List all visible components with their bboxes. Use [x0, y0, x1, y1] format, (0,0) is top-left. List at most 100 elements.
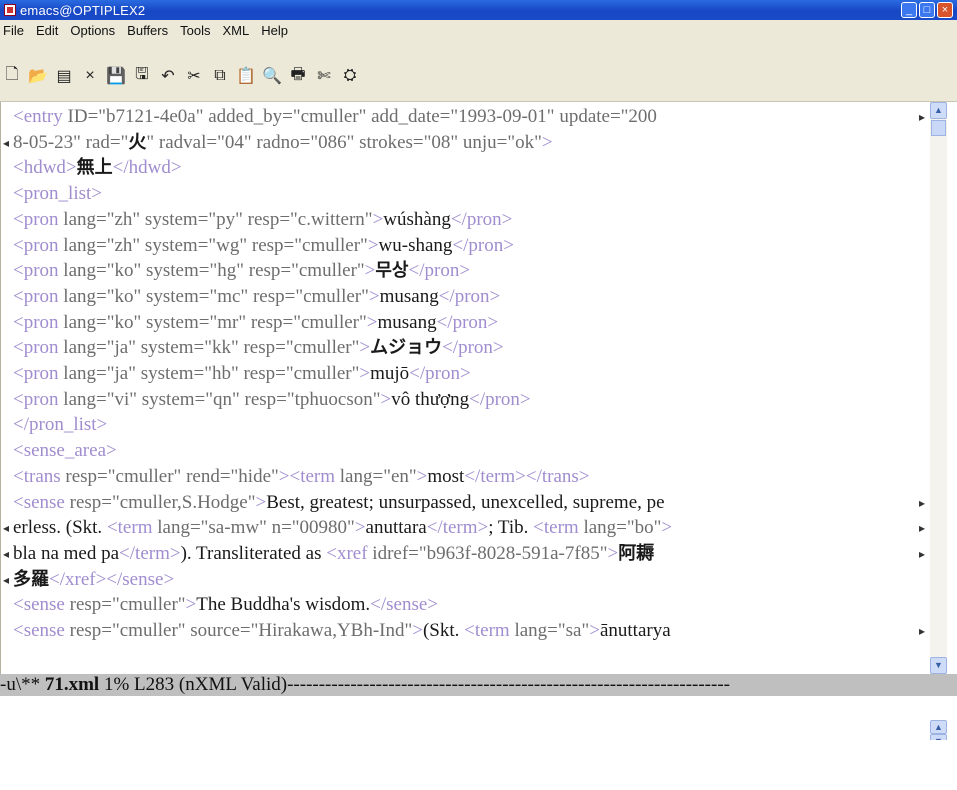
xml-tag-text: >	[380, 388, 392, 410]
menu-options[interactable]: Options	[64, 23, 121, 38]
xml-tag-text: <pron	[13, 311, 64, 333]
modeline-status: -u\**	[0, 674, 45, 695]
menu-tools[interactable]: Tools	[174, 23, 216, 38]
menu-xml[interactable]: XML	[216, 23, 255, 38]
editor-line: <sense resp="cmuller">The Buddha's wisdo…	[13, 594, 438, 616]
xml-attribute-text: lang="ja" system="hb" resp="cmuller"	[63, 363, 360, 384]
open-folder-icon[interactable]: 📂	[28, 66, 48, 86]
menu-file[interactable]: File	[0, 23, 30, 38]
content-text: ; Tib.	[488, 517, 534, 539]
menu-bar: File Edit Options Buffers Tools XML Help	[0, 20, 957, 40]
search-icon[interactable]: 🔍	[262, 66, 282, 86]
editor-line: <hdwd>無上</hdwd>	[13, 157, 182, 179]
xml-tag-text: <pron	[13, 363, 64, 384]
xml-tag-text: <sense	[13, 620, 70, 641]
maximize-button[interactable]: □	[919, 2, 935, 18]
editor-line: <sense_area>	[13, 440, 117, 462]
xml-attribute-text: lang="bo"	[583, 517, 662, 539]
xml-attribute-text: resp="cmuller" rend="hide"	[65, 465, 279, 487]
editor-line: <sense resp="cmuller,S.Hodge">Best, grea…	[13, 492, 665, 514]
content-text: Best, greatest; unsurpassed, unexcelled,…	[266, 491, 665, 513]
line-continuation-right-icon: ▸	[919, 110, 926, 124]
xml-tag-text: <pron	[13, 208, 64, 230]
save-icon[interactable]: 💾	[106, 66, 126, 86]
xml-tag-text: <pron	[13, 260, 64, 282]
xml-attribute-text: ID="b7121-4e0a" added_by="cmuller" add_d…	[67, 106, 657, 127]
print-icon[interactable]: 🖶	[288, 66, 308, 86]
copy-icon[interactable]: ⧉	[210, 66, 230, 86]
editor-line: <sense resp="cmuller" source="Hirakawa,Y…	[13, 620, 671, 642]
mode-line: -u\** 71.xml 1% L283 (nXML Valid)-------…	[0, 674, 957, 696]
xml-tag-text: <pron	[13, 337, 64, 359]
xml-tag-text: >	[354, 517, 366, 539]
xml-tag-text: </term>	[426, 517, 489, 539]
help-icon[interactable]: ⛭	[340, 66, 360, 86]
scroll-down-icon[interactable]: ▼	[930, 657, 947, 674]
new-file-icon[interactable]: 🗋	[2, 66, 22, 86]
emacs-app-icon	[4, 4, 16, 16]
xml-attribute-text: lang="ko" system="mc" resp="cmuller"	[63, 285, 369, 307]
editor-text-area[interactable]: <entry ID="b7121-4e0a" added_by="cmuller…	[0, 102, 930, 674]
blank-area	[0, 740, 957, 790]
xml-tag-text: >	[367, 234, 379, 256]
modeline-position: 1% L283 (nXML Valid)--------------------…	[99, 674, 730, 695]
cjk-text: 多羅	[13, 568, 49, 590]
minimize-button[interactable]: _	[901, 2, 917, 18]
minibuffer[interactable]	[0, 696, 957, 740]
content-text: (Skt.	[422, 620, 465, 641]
tool-bar: 🗋 📂 ▤ × 💾 🖫 ↶ ✂ ⧉ 📋 🔍 🖶 ✄ ⛭	[0, 40, 957, 102]
xml-tag-text: >	[185, 594, 197, 616]
menu-edit[interactable]: Edit	[30, 23, 64, 38]
xml-tag-text: <entry	[13, 106, 68, 127]
editor-line: erless. (Skt. <term lang="sa-mw" n="0098…	[13, 517, 672, 539]
line-continuation-right-icon: ▸	[919, 624, 926, 638]
menu-help[interactable]: Help	[255, 23, 294, 38]
xml-tag-text: <xref	[326, 542, 373, 564]
xml-tag-text: </pron>	[408, 260, 471, 282]
content-text: most	[427, 465, 465, 487]
xml-attribute-text: idref="b963f-8028-591a-7f85"	[372, 542, 608, 564]
xml-attribute-text: lang="ko" system="hg" resp="cmuller"	[63, 260, 365, 282]
xml-tag-text: </pron>	[442, 337, 504, 359]
line-continuation-left-icon: ◂	[3, 546, 10, 561]
undo-icon[interactable]: ↶	[158, 66, 178, 86]
editor-line: <pron lang="ko" system="mc" resp="cmulle…	[13, 286, 500, 308]
xml-tag-text: </pron_list>	[13, 414, 108, 436]
close-buffer-icon[interactable]: ×	[80, 66, 100, 86]
xml-tag-text: >	[661, 517, 673, 539]
xml-attribute-text: " radval="04" radno="086" strokes="08" u…	[146, 131, 542, 153]
cjk-text: 火	[128, 131, 147, 153]
modeline-buffer-name: 71.xml	[44, 674, 100, 695]
xml-tag-text: <pron_list>	[13, 183, 102, 205]
scroll-thumb[interactable]	[931, 120, 946, 136]
window-title-bar[interactable]: emacs@OPTIPLEX2 _ □ ×	[0, 0, 957, 20]
xml-tag-text: </sense>	[370, 594, 439, 616]
save-as-icon[interactable]: 🖫	[132, 66, 152, 86]
scroll-up-icon[interactable]: ▲	[930, 102, 947, 119]
xml-attribute-text: resp="cmuller" source="Hirakawa,YBh-Ind"	[69, 620, 413, 641]
cut-icon[interactable]: ✂	[184, 66, 204, 86]
xml-attribute-text: lang="zh" system="wg" resp="cmuller"	[63, 234, 368, 256]
xml-tag-text: <sense	[13, 594, 70, 616]
editor-line: <pron lang="ja" system="kk" resp="cmulle…	[13, 337, 504, 359]
xml-attribute-text: lang="ko" system="mr" resp="cmuller"	[63, 311, 367, 333]
xml-tag-text: <pron	[13, 234, 64, 256]
paste-icon[interactable]: 📋	[236, 66, 256, 86]
line-continuation-right-icon: ▸	[919, 521, 926, 536]
xml-tag-text: </pron>	[409, 363, 471, 384]
content-text: bla na med pa	[13, 542, 120, 564]
editor-line: 多羅</xref></sense>	[13, 569, 174, 591]
dired-icon[interactable]: ▤	[54, 66, 74, 86]
close-button[interactable]: ×	[937, 2, 953, 18]
content-text: mujō	[370, 363, 410, 384]
customize-icon[interactable]: ✄	[314, 66, 334, 86]
menu-buffers[interactable]: Buffers	[121, 23, 174, 38]
xml-attribute-text: resp="cmuller"	[69, 594, 186, 616]
editor-line: </pron_list>	[13, 414, 107, 436]
window-title: emacs@OPTIPLEX2	[20, 2, 146, 18]
xml-tag-text: <term	[106, 517, 158, 539]
xml-tag-text: </term>	[119, 542, 181, 564]
line-continuation-left-icon: ◂	[3, 572, 10, 587]
vertical-scrollbar[interactable]: ▲ ▼	[930, 102, 947, 674]
minibuffer-scroll-up-icon[interactable]: ▲	[930, 720, 947, 734]
